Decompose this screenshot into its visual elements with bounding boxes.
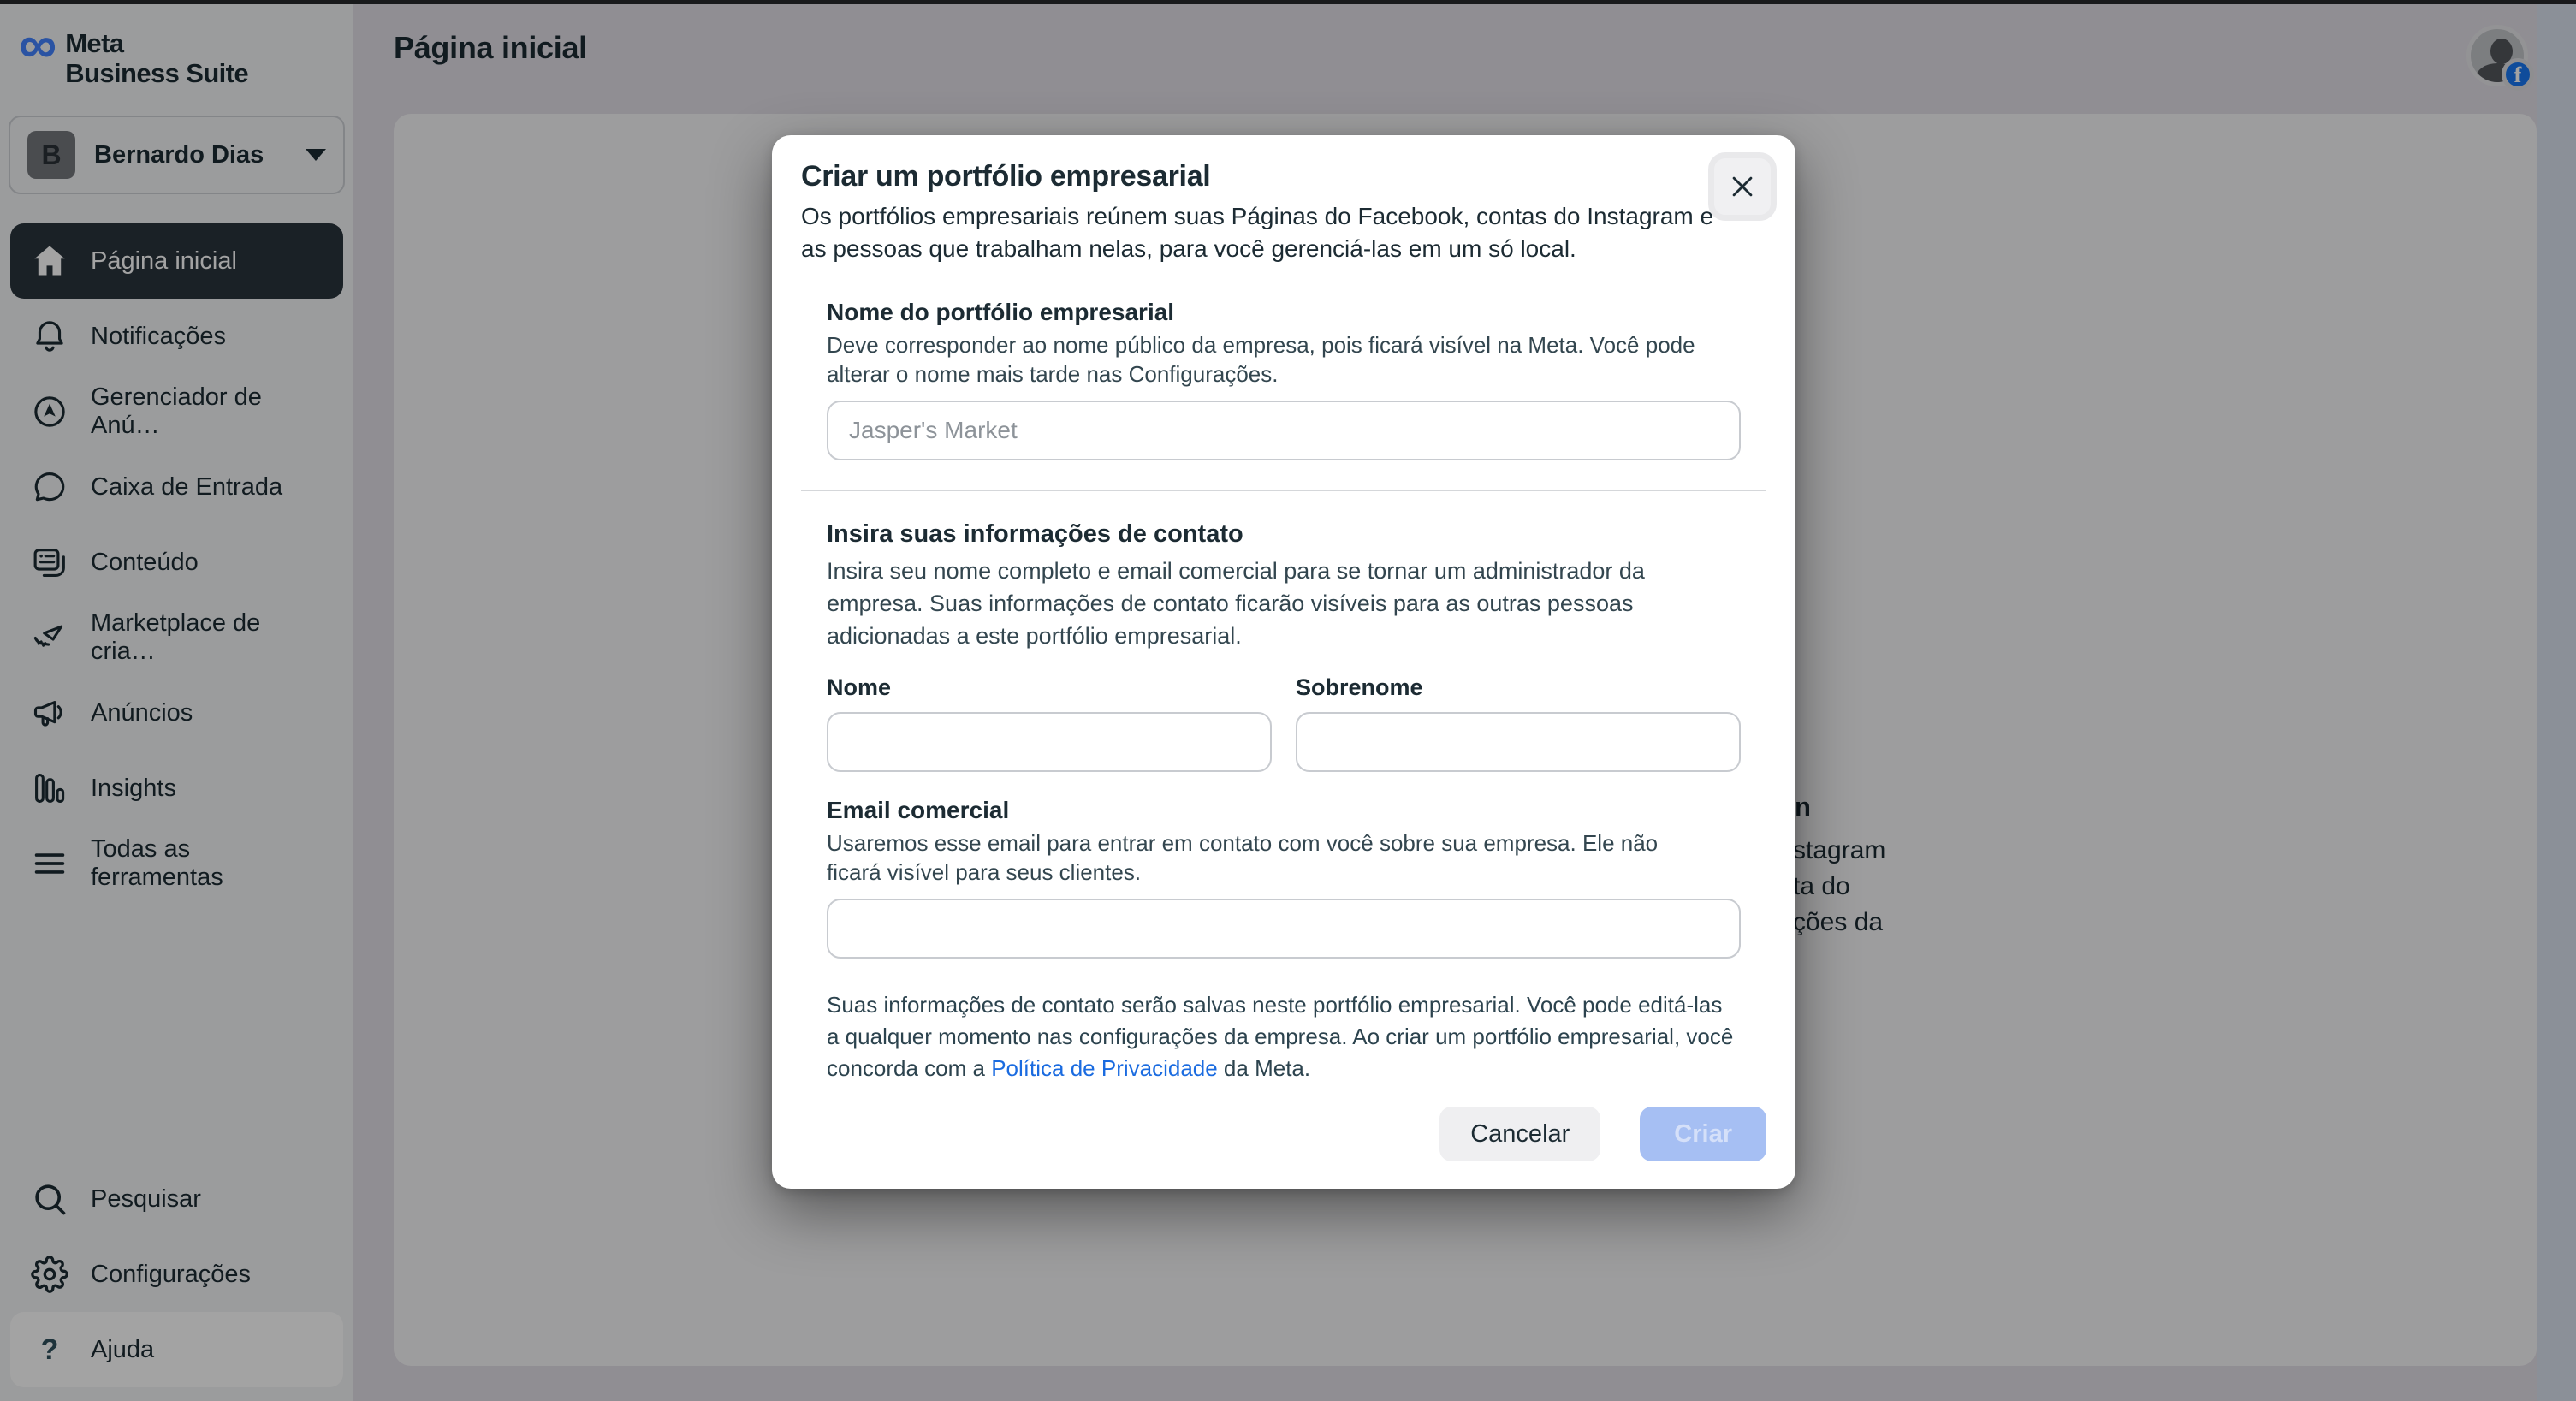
modal-title: Criar um portfólio empresarial (801, 161, 1766, 192)
first-name-label: Nome (827, 674, 1272, 700)
modal-actions: Cancelar Criar (801, 1107, 1766, 1161)
contact-info-section: Insira suas informações de contato Insir… (801, 520, 1766, 1084)
last-name-input[interactable] (1296, 712, 1741, 772)
contact-section-description: Insira seu nome completo e email comerci… (827, 555, 1691, 652)
close-icon (1728, 172, 1757, 201)
section-divider (801, 490, 1766, 491)
email-field: Email comercial Usaremos esse email para… (827, 798, 1741, 959)
create-business-portfolio-modal: Criar um portfólio empresarial Os portfó… (772, 135, 1795, 1189)
name-fields-row: Nome Sobrenome (827, 674, 1741, 772)
portfolio-name-section: Nome do portfólio empresarial Deve corre… (801, 300, 1766, 460)
last-name-label: Sobrenome (1296, 674, 1741, 700)
portfolio-name-input[interactable] (827, 401, 1741, 460)
portfolio-name-helper: Deve corresponder ao nome público da emp… (827, 330, 1708, 389)
first-name-field: Nome (827, 674, 1272, 772)
privacy-note: Suas informações de contato serão salvas… (827, 989, 1741, 1084)
email-helper: Usaremos esse email para entrar em conta… (827, 828, 1717, 887)
email-label: Email comercial (827, 798, 1741, 823)
first-name-input[interactable] (827, 712, 1272, 772)
privacy-policy-link[interactable]: Política de Privacidade (991, 1055, 1217, 1081)
modal-subtitle: Os portfólios empresariais reúnem suas P… (801, 200, 1725, 265)
email-input[interactable] (827, 899, 1741, 959)
privacy-note-text: da Meta. (1218, 1055, 1310, 1081)
cancel-button[interactable]: Cancelar (1439, 1107, 1600, 1161)
portfolio-name-label: Nome do portfólio empresarial (827, 300, 1741, 325)
contact-section-heading: Insira suas informações de contato (827, 520, 1741, 548)
create-button[interactable]: Criar (1640, 1107, 1766, 1161)
close-button[interactable] (1708, 152, 1777, 221)
last-name-field: Sobrenome (1296, 674, 1741, 772)
